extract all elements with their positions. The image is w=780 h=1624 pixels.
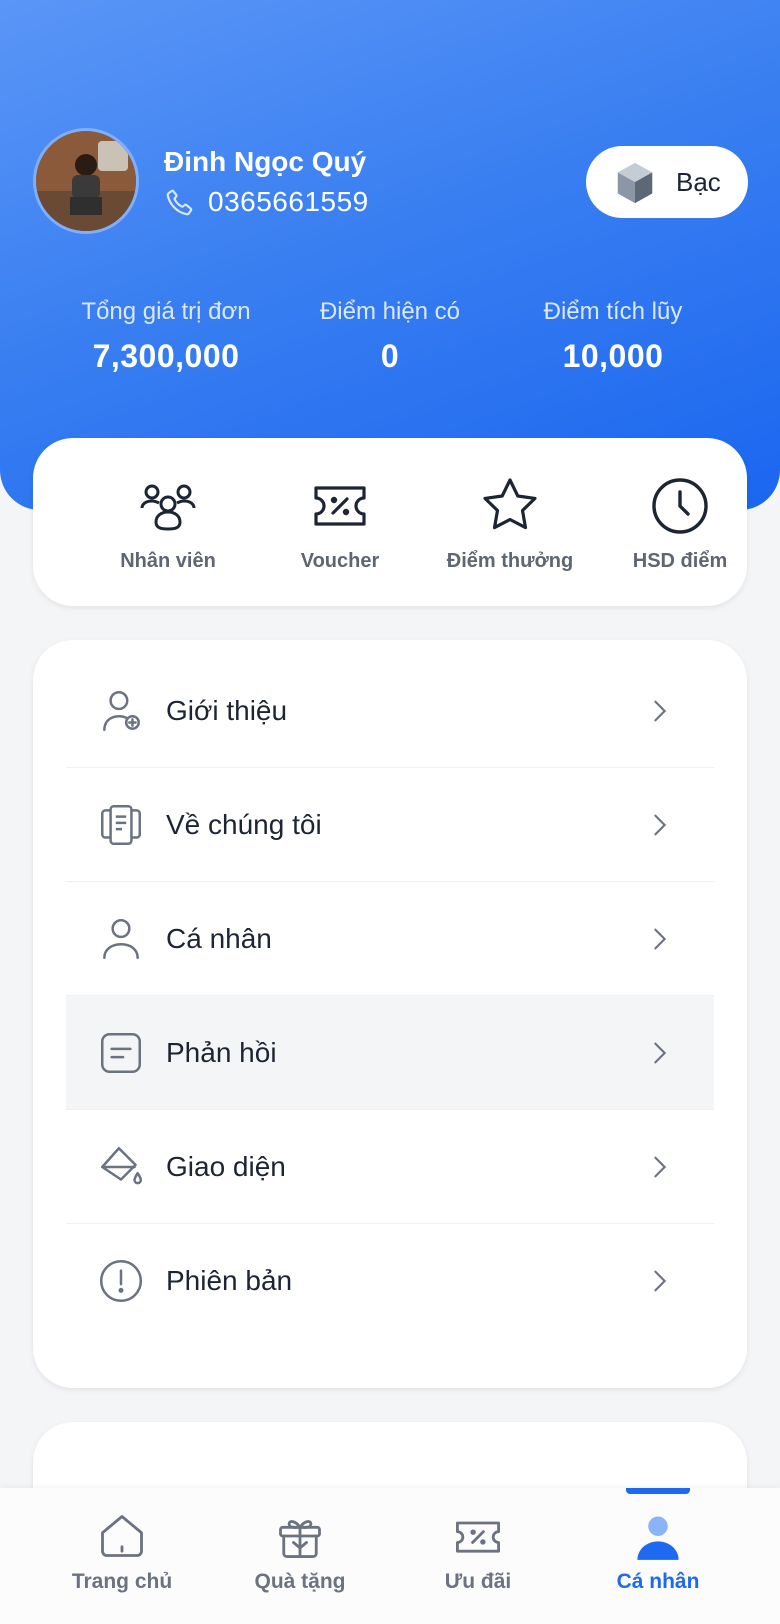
- settings-menu-card: Giới thiệu Về chúng tôi Cá nhân Phản hồi…: [33, 640, 747, 1388]
- quick-action-voucher[interactable]: Voucher: [255, 474, 425, 573]
- nav-label: Cá nhân: [616, 1570, 700, 1593]
- stat-value: 10,000: [562, 338, 664, 374]
- quick-action-label: HSD điểm: [632, 550, 728, 572]
- chevron-right-icon: [654, 1156, 667, 1177]
- stat-label: Điểm tích lũy: [543, 298, 683, 325]
- user-icon: [637, 1516, 679, 1560]
- nav-tab-home[interactable]: Trang chủ: [32, 1510, 212, 1594]
- user-add-icon: [103, 690, 140, 731]
- menu-item-version[interactable]: Phiên bản: [66, 1224, 714, 1338]
- clock-icon: [652, 478, 708, 534]
- avatar[interactable]: [33, 128, 139, 234]
- menu-label: Giới thiệu: [166, 694, 288, 726]
- menu-label: Giao diện: [166, 1150, 286, 1182]
- quick-action-label: Điểm thưởng: [446, 550, 574, 572]
- user-icon: [103, 918, 139, 959]
- phone-number: 0365661559: [208, 186, 369, 217]
- stat-current-points: Điểm hiện có 0: [275, 298, 505, 375]
- stat-label: Điểm hiện có: [319, 298, 461, 325]
- menu-item-about-us[interactable]: Về chúng tôi: [66, 768, 714, 882]
- user-name: Đinh Ngọc Quý: [164, 146, 367, 177]
- ticket-percent-icon: [456, 1521, 500, 1553]
- menu-item-feedback[interactable]: Phản hồi: [66, 996, 714, 1110]
- note-icon: [101, 1032, 141, 1073]
- bottom-navigation: Trang chủ Quà tặng Ưu đãi Cá nhân: [0, 1488, 780, 1624]
- nav-label: Quà tặng: [254, 1570, 346, 1593]
- active-tab-indicator: [626, 1488, 690, 1494]
- tier-label: Bạc: [676, 166, 721, 197]
- tier-badge[interactable]: Bạc: [586, 146, 748, 218]
- star-icon: [483, 478, 537, 530]
- gift-icon: [279, 1520, 321, 1558]
- home-icon: [101, 1515, 143, 1557]
- menu-item-appearance[interactable]: Giao diện: [66, 1110, 714, 1224]
- stat-value: 0: [380, 338, 400, 374]
- quick-action-reward-points[interactable]: Điểm thưởng: [425, 474, 595, 573]
- menu-item-personal[interactable]: Cá nhân: [66, 882, 714, 996]
- chevron-right-icon: [654, 928, 667, 949]
- nav-tab-offers[interactable]: Ưu đãi: [388, 1510, 568, 1594]
- quick-action-staff[interactable]: Nhân viên: [83, 474, 253, 573]
- document-copy-icon: [101, 804, 141, 845]
- quick-action-label: Voucher: [300, 550, 380, 572]
- chevron-right-icon: [654, 1042, 667, 1063]
- menu-item-introduce[interactable]: Giới thiệu: [66, 654, 714, 768]
- chevron-right-icon: [654, 814, 667, 835]
- stat-accumulated-points: Điểm tích lũy 10,000: [498, 298, 728, 375]
- chevron-right-icon: [654, 1270, 667, 1292]
- quick-actions-card: Nhân viên Voucher Điểm thưởng HSD điểm: [33, 438, 747, 606]
- menu-label: Về chúng tôi: [166, 808, 322, 840]
- quick-action-label: Nhân viên: [120, 550, 216, 572]
- stat-value: 7,300,000: [92, 338, 240, 374]
- nav-tab-personal[interactable]: Cá nhân: [568, 1510, 748, 1594]
- menu-label: Cá nhân: [166, 922, 272, 954]
- phone-icon: [166, 189, 193, 216]
- profile-header: Đinh Ngọc Quý 0365661559 Bạc Tổng giá tr…: [0, 0, 780, 510]
- paint-bucket-icon: [101, 1146, 143, 1184]
- menu-label: Phản hồi: [166, 1036, 277, 1068]
- stat-label: Tổng giá trị đơn: [81, 298, 251, 325]
- user-photo-icon: [36, 131, 136, 231]
- info-circle-icon: [99, 1259, 143, 1303]
- stat-total-order: Tổng giá trị đơn 7,300,000: [51, 298, 281, 375]
- nav-label: Ưu đãi: [444, 1570, 512, 1593]
- ticket-percent-icon: [314, 486, 366, 526]
- phone-row: 0365661559: [164, 186, 369, 218]
- people-icon: [140, 484, 196, 531]
- nav-tab-gifts[interactable]: Quà tặng: [210, 1510, 390, 1594]
- menu-label: Phiên bản: [166, 1265, 293, 1296]
- chevron-right-icon: [654, 700, 667, 721]
- quick-action-points-expiry[interactable]: HSD điểm: [595, 474, 765, 573]
- nav-label: Trang chủ: [71, 1570, 173, 1593]
- tier-cube-icon: [617, 162, 653, 204]
